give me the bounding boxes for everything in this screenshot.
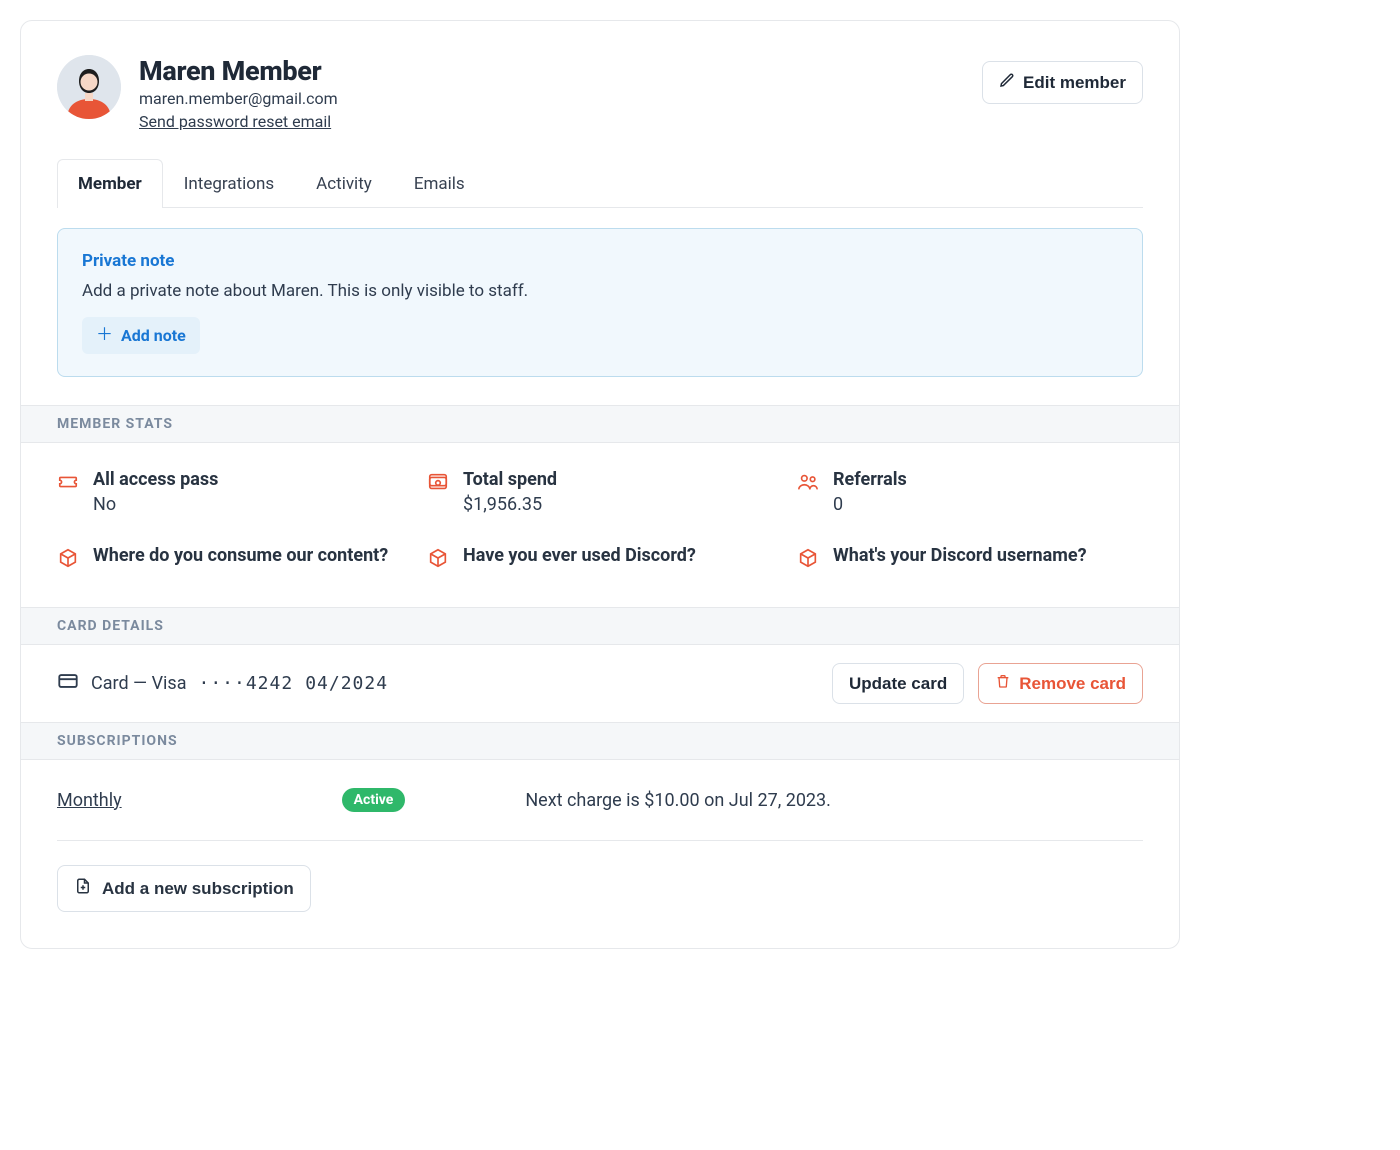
stat-label: All access pass (93, 469, 218, 490)
add-note-label: Add note (121, 326, 186, 345)
card-row: Card — Visa ····4242 04/2024 Update card… (21, 645, 1179, 722)
update-card-button[interactable]: Update card (832, 663, 964, 704)
pencil-icon (999, 72, 1015, 93)
header-row: Maren Member maren.member@gmail.com Send… (21, 21, 1179, 131)
card-actions: Update card Remove card (832, 663, 1143, 704)
stat-label: Referrals (833, 469, 907, 490)
member-email: maren.member@gmail.com (139, 89, 338, 108)
tabs: Member Integrations Activity Emails (57, 159, 1143, 208)
add-subscription-label: Add a new subscription (102, 879, 294, 899)
remove-card-button[interactable]: Remove card (978, 663, 1143, 704)
trash-icon (995, 673, 1011, 694)
card-icon (57, 670, 79, 697)
stat-all-access: All access pass No (57, 469, 403, 515)
update-card-label: Update card (849, 674, 947, 694)
stat-total-spend: Total spend $1,956.35 (427, 469, 773, 515)
section-stats-head: MEMBER STATS (21, 405, 1179, 443)
password-reset-link[interactable]: Send password reset email (139, 112, 331, 131)
private-note-box: Private note Add a private note about Ma… (57, 228, 1143, 377)
stats-grid: All access pass No Total spend $1,956.35… (21, 443, 1179, 607)
stat-label: Where do you consume our content? (93, 545, 388, 566)
people-icon (797, 471, 819, 497)
stat-q2: Have you ever used Discord? (427, 545, 773, 573)
status-badge: Active (342, 788, 406, 812)
member-info: Maren Member maren.member@gmail.com Send… (57, 55, 338, 131)
add-note-button[interactable]: ＋ Add note (82, 317, 200, 354)
stat-label: Have you ever used Discord? (463, 545, 696, 566)
stat-label: What's your Discord username? (833, 545, 1087, 566)
add-subscription-button[interactable]: Add a new subscription (57, 865, 311, 912)
tab-member[interactable]: Member (57, 159, 163, 208)
edit-member-button[interactable]: Edit member (982, 61, 1143, 104)
next-charge-text: Next charge is $10.00 on Jul 27, 2023. (525, 790, 831, 811)
card-details: Card — Visa ····4242 04/2024 (57, 670, 388, 697)
avatar (57, 55, 121, 119)
section-subs-head: SUBSCRIPTIONS (21, 722, 1179, 760)
member-detail-card: Maren Member maren.member@gmail.com Send… (20, 20, 1180, 949)
card-masked: ····4242 (199, 673, 294, 694)
tab-activity[interactable]: Activity (295, 159, 393, 208)
card-text: Card — Visa (91, 673, 187, 694)
section-card-head: CARD DETAILS (21, 607, 1179, 645)
stat-value: $1,956.35 (463, 494, 557, 515)
remove-card-label: Remove card (1019, 674, 1126, 694)
subscription-name[interactable]: Monthly (57, 790, 122, 811)
card-expiry: 04/2024 (305, 673, 388, 694)
note-title: Private note (82, 251, 1118, 271)
stat-value: No (93, 494, 218, 515)
plus-icon: ＋ (96, 327, 113, 344)
tab-integrations[interactable]: Integrations (163, 159, 295, 208)
stat-label: Total spend (463, 469, 557, 490)
tab-emails[interactable]: Emails (393, 159, 486, 208)
stat-q1: Where do you consume our content? (57, 545, 403, 573)
member-name: Maren Member (139, 55, 338, 87)
stat-value: 0 (833, 494, 907, 515)
box-icon (797, 547, 819, 573)
stat-q3: What's your Discord username? (797, 545, 1143, 573)
add-file-icon (74, 877, 92, 900)
box-icon (57, 547, 79, 573)
subscription-row: Monthly Active Next charge is $10.00 on … (57, 760, 1143, 841)
stat-referrals: Referrals 0 (797, 469, 1143, 515)
member-text: Maren Member maren.member@gmail.com Send… (139, 55, 338, 131)
note-description: Add a private note about Maren. This is … (82, 281, 1118, 301)
box-icon (427, 547, 449, 573)
edit-member-label: Edit member (1023, 73, 1126, 93)
cash-icon (427, 471, 449, 497)
ticket-icon (57, 471, 79, 497)
add-subscription-row: Add a new subscription (21, 841, 1179, 948)
